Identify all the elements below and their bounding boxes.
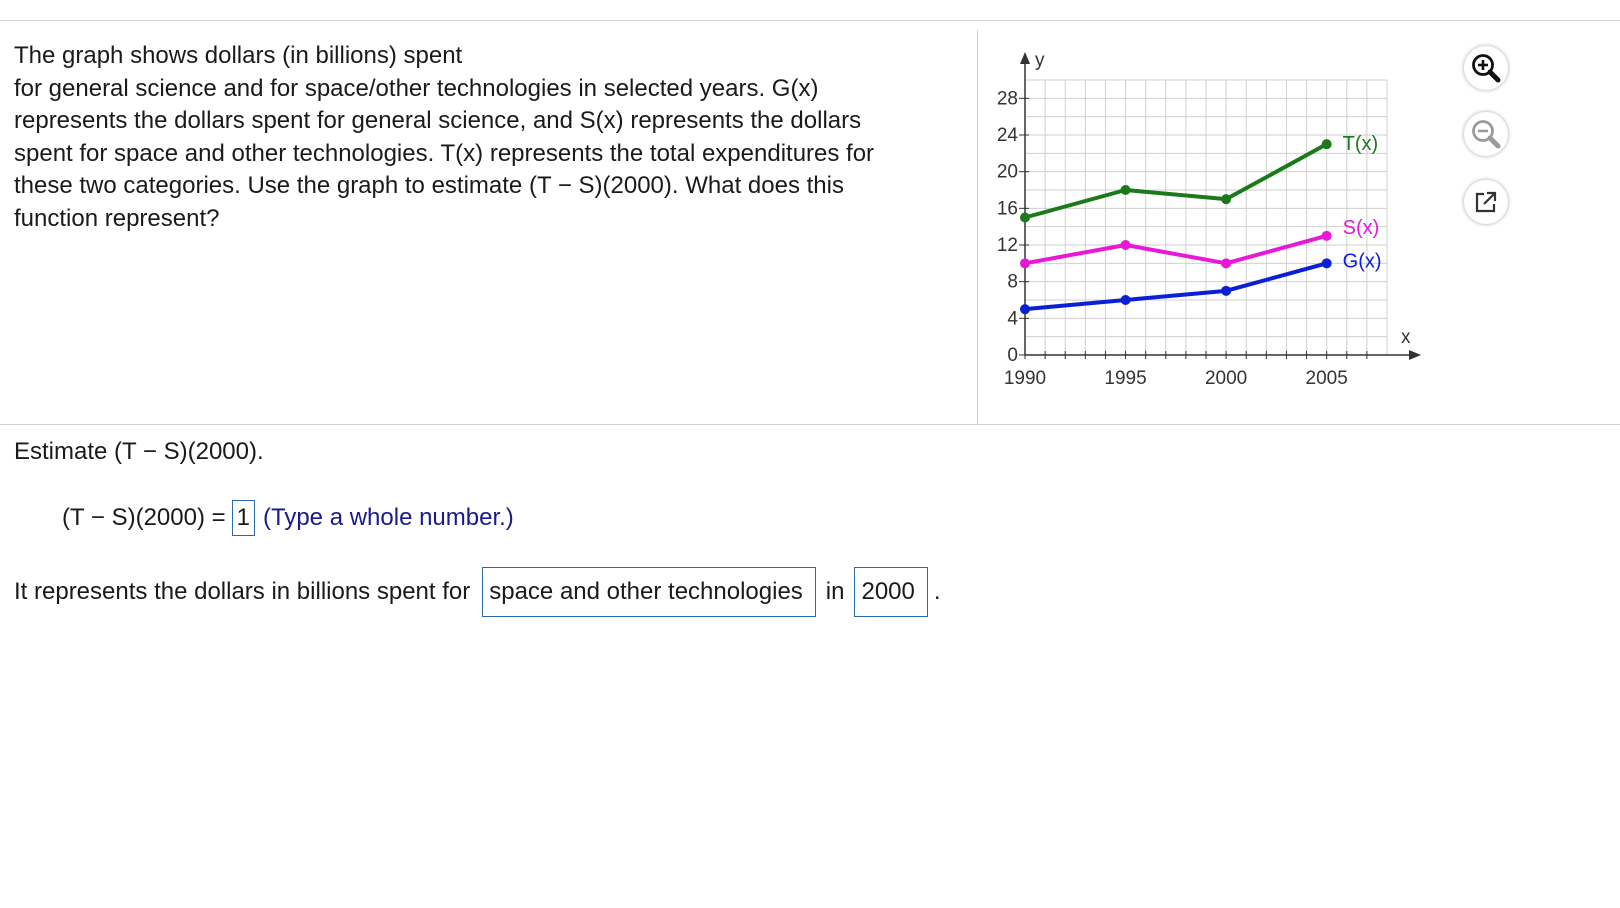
x-tick-label: 1995 [1104,368,1146,389]
data-point [1020,304,1030,315]
y-axis-label: y [1035,50,1045,71]
represents-prefix: It represents the dollars in billions sp… [14,578,471,605]
data-point [1321,258,1332,269]
y-tick-label: 16 [997,198,1018,219]
question-line: these two categories. Use the graph to e… [14,172,844,199]
popout-button[interactable] [1464,180,1508,224]
data-point [1221,285,1232,296]
zoom-in-icon [1472,54,1501,83]
top-rule [0,20,1620,21]
expenditure-graph: 1990 1995 2000 2005 0 4 8 12 16 20 24 28 y x T(x) S(x) G… [990,40,1470,410]
column-divider [977,30,978,424]
estimate-label: Estimate (T − S)(2000). [14,438,264,465]
y-tick-label: 0 [1007,345,1018,366]
answer-line: (T − S)(2000) = 1 (Type a whole number.) [62,500,514,536]
section-divider [0,424,1620,425]
y-tick-label: 4 [1007,308,1018,329]
year-dropdown[interactable]: 2000 [854,567,928,617]
series-line [1024,233,1328,266]
answer-input[interactable]: 1 [231,500,255,536]
y-tick-label: 28 [997,88,1018,109]
question-line: for general science and for space/other … [14,74,819,102]
zoom-in-button[interactable] [1464,46,1508,90]
x-axis-arrow [1409,350,1421,360]
chart-grid [1024,79,1388,356]
data-point [1321,230,1332,241]
chart-labels: 1990 1995 2000 2005 0 4 8 12 16 20 24 28 y x T(x) S(x) G… [997,50,1411,389]
chart-svg: 1990 1995 2000 2005 0 4 8 12 16 20 24 28 y x T(x) S(x) G… [997,50,1421,389]
data-point [1221,194,1232,205]
data-point [1120,185,1131,195]
series-label: G(x) [1343,250,1382,272]
y-tick-label: 24 [997,125,1019,146]
question-line: function represent? [14,204,220,232]
data-point [1221,258,1232,269]
series-label: T(x) [1343,133,1379,155]
question-line: spent for space and other technologies. … [14,139,875,167]
answer-hint: (Type a whole number.) [263,504,514,531]
zoom-out-icon [1472,120,1501,149]
x-axis-label: x [1401,327,1411,348]
popout-icon [1475,191,1497,213]
category-dropdown[interactable]: space and other technologies [482,567,816,617]
data-point [1120,240,1131,250]
question-text: The graph shows dollars (in billions) sp… [14,40,964,235]
y-axis-arrow [1020,52,1030,64]
x-tick-label: 1990 [1004,368,1046,389]
y-tick-label: 8 [1007,272,1018,293]
data-point [1020,212,1030,223]
x-tick-label: 2005 [1306,368,1348,389]
represents-middle: in [825,578,845,605]
series-line [1024,261,1328,312]
series-label: S(x) [1343,217,1380,239]
represents-suffix: . [933,578,941,605]
data-point [1020,258,1030,269]
expression-label: (T − S)(2000) = [62,504,226,531]
represents-line: It represents the dollars in billions sp… [14,566,941,618]
y-tick-label: 12 [997,235,1018,256]
y-tick-label: 20 [997,162,1018,183]
series-line [1024,142,1328,220]
zoom-out-button[interactable] [1464,112,1508,156]
question-line: The graph shows dollars (in billions) sp… [14,42,463,69]
data-point [1120,295,1131,305]
data-point [1321,139,1332,150]
question-line: represents the dollars spent for general… [14,107,862,134]
x-tick-label: 2000 [1205,368,1247,389]
